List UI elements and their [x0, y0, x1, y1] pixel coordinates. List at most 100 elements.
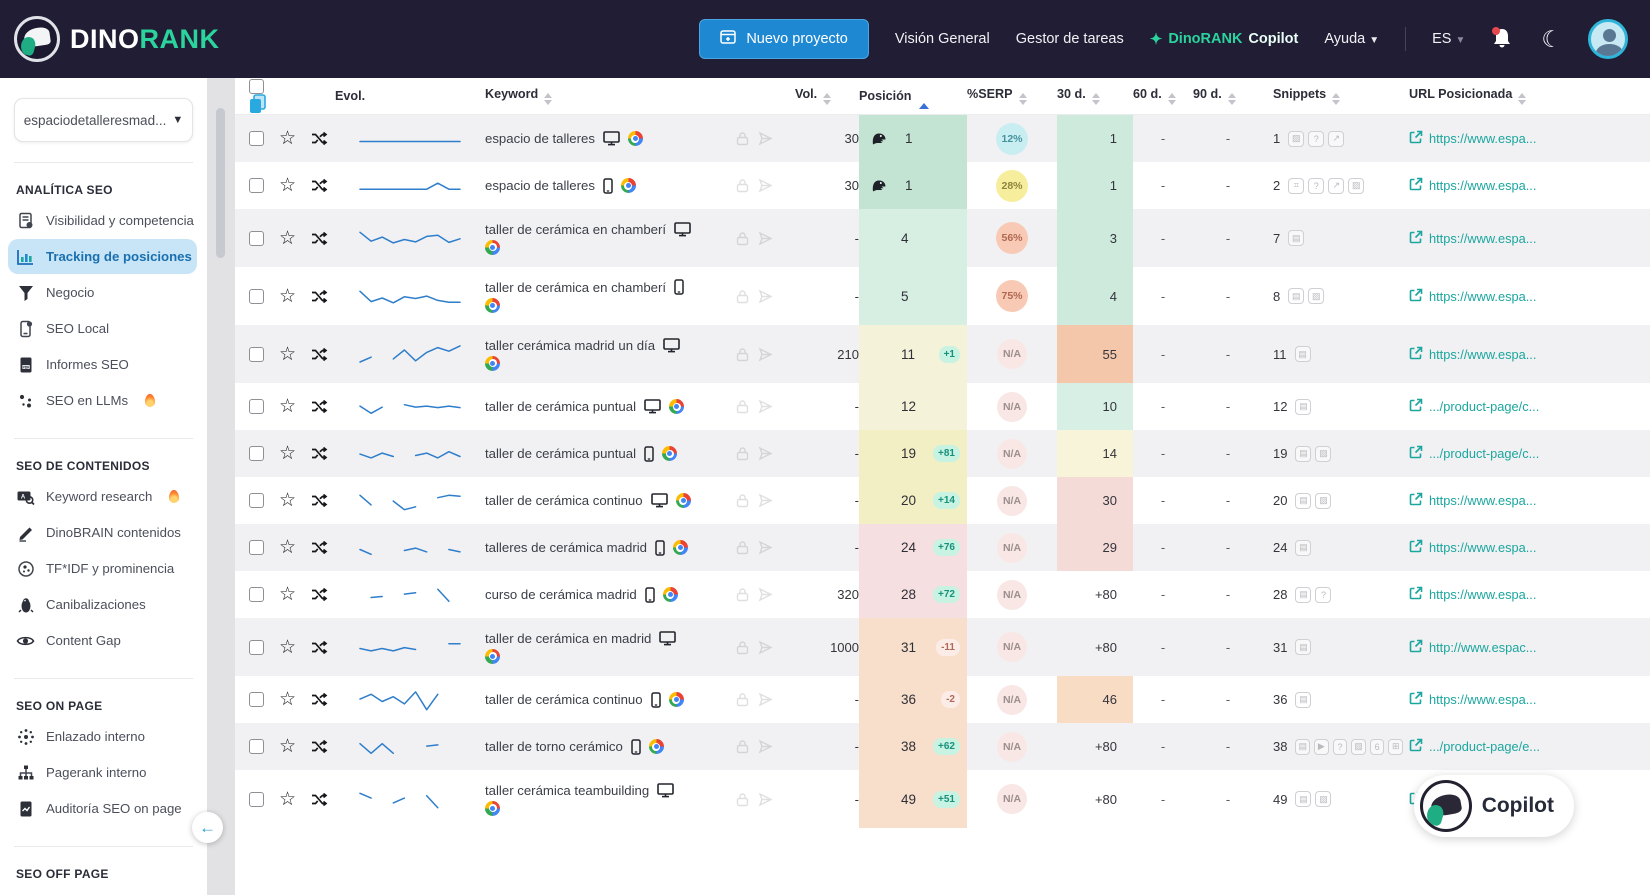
row-checkbox[interactable] [249, 346, 264, 362]
shuffle-icon[interactable] [311, 347, 328, 362]
positioned-url-link[interactable]: .../product-page/c... [1409, 445, 1539, 462]
row-checkbox[interactable] [249, 540, 264, 555]
sort-icon[interactable] [1091, 93, 1100, 105]
evolution-sparkline[interactable] [335, 571, 485, 618]
sidebar-item-seo-local[interactable]: SEO Local [8, 311, 197, 346]
select-all-checkbox[interactable] [249, 78, 264, 94]
user-avatar[interactable] [1588, 19, 1628, 59]
sidebar-collapse-button[interactable]: ← [192, 812, 223, 843]
favorite-star-icon[interactable]: ☆ [279, 790, 296, 809]
nav-overview-link[interactable]: Visión General [895, 31, 990, 47]
sidebar-scrollbar[interactable] [207, 78, 235, 895]
positioned-url-link[interactable]: https://www.espa... [1409, 586, 1536, 603]
row-checkbox[interactable] [249, 288, 264, 304]
copy-icon[interactable] [249, 93, 335, 114]
sidebar-item-canibalizaciones[interactable]: Canibalizaciones [8, 587, 197, 622]
sort-icon[interactable] [823, 93, 832, 105]
favorite-star-icon[interactable]: ☆ [279, 690, 296, 709]
header-serp[interactable]: %SERP [967, 87, 1013, 101]
evolution-sparkline[interactable] [335, 325, 485, 383]
favorite-star-icon[interactable]: ☆ [279, 129, 296, 148]
positioned-url-link[interactable]: https://www.espa... [1409, 539, 1536, 556]
favorite-star-icon[interactable]: ☆ [279, 345, 296, 364]
sidebar-item-pagerank-interno[interactable]: Pagerank interno [8, 755, 197, 790]
nav-help-menu[interactable]: Ayuda ▼ [1324, 31, 1379, 47]
positioned-url-link[interactable]: https://www.espa... [1409, 492, 1536, 509]
dark-mode-moon-icon[interactable]: ☾ [1541, 27, 1562, 51]
row-checkbox[interactable] [249, 493, 264, 508]
header-posicion[interactable]: Posición [859, 89, 911, 103]
evolution-sparkline[interactable] [335, 477, 485, 524]
sort-icon[interactable] [1227, 93, 1236, 105]
positioned-url-link[interactable]: .../product-page/e... [1409, 738, 1540, 755]
row-checkbox[interactable] [249, 399, 264, 414]
favorite-star-icon[interactable]: ☆ [279, 585, 296, 604]
favorite-star-icon[interactable]: ☆ [279, 737, 296, 756]
shuffle-icon[interactable] [311, 640, 328, 655]
positioned-url-link[interactable]: https://www.espa... [1409, 288, 1536, 305]
favorite-star-icon[interactable]: ☆ [279, 176, 296, 195]
project-selector[interactable]: espaciodetalleresmad... ▼ [14, 98, 193, 142]
shuffle-icon[interactable] [311, 178, 328, 193]
scrollbar-thumb[interactable] [216, 108, 225, 258]
evolution-sparkline[interactable] [335, 162, 485, 209]
sidebar-item-enlazado-interno[interactable]: Enlazado interno [8, 719, 197, 754]
shuffle-icon[interactable] [311, 587, 328, 602]
row-checkbox[interactable] [249, 131, 264, 146]
header-90d[interactable]: 90 d. [1193, 87, 1222, 101]
shuffle-icon[interactable] [311, 692, 328, 707]
shuffle-icon[interactable] [311, 231, 328, 246]
dinorank-logo[interactable]: DINORANK [14, 16, 220, 62]
shuffle-icon[interactable] [311, 446, 328, 461]
favorite-star-icon[interactable]: ☆ [279, 638, 296, 657]
header-keyword[interactable]: Keyword [485, 87, 538, 101]
positioned-url-link[interactable]: https://www.espa... [1409, 177, 1536, 194]
favorite-star-icon[interactable]: ☆ [279, 287, 296, 306]
copilot-floating-button[interactable]: Copilot [1413, 775, 1574, 837]
sidebar-item-link-building[interactable]: Link building [8, 887, 197, 895]
evolution-sparkline[interactable] [335, 209, 485, 267]
nav-tasks-link[interactable]: Gestor de tareas [1016, 31, 1124, 47]
sidebar-item-tracking-de-posiciones[interactable]: Tracking de posiciones [8, 239, 197, 274]
sidebar-item-auditor-a-seo-on-page[interactable]: Auditoría SEO on page [8, 791, 197, 826]
sort-icon[interactable] [544, 93, 553, 105]
header-url[interactable]: URL Posicionada [1409, 87, 1512, 101]
sidebar-item-keyword-research[interactable]: A Keyword research [8, 479, 197, 514]
sidebar-item-negocio[interactable]: Negocio [8, 275, 197, 310]
row-checkbox[interactable] [249, 230, 264, 246]
row-checkbox[interactable] [249, 791, 264, 807]
shuffle-icon[interactable] [311, 540, 328, 555]
evolution-sparkline[interactable] [335, 524, 485, 571]
header-vol[interactable]: Vol. [795, 87, 817, 101]
evolution-sparkline[interactable] [335, 267, 485, 325]
header-evol[interactable]: Evol. [335, 89, 365, 103]
language-selector[interactable]: ES ▼ [1432, 31, 1465, 47]
sort-icon[interactable] [1018, 93, 1027, 105]
sidebar-item-informes-seo[interactable]: PDF Informes SEO [8, 347, 197, 382]
favorite-star-icon[interactable]: ☆ [279, 229, 296, 248]
row-checkbox[interactable] [249, 446, 264, 461]
shuffle-icon[interactable] [311, 792, 328, 807]
shuffle-icon[interactable] [311, 399, 328, 414]
sidebar-item-content-gap[interactable]: Content Gap [8, 623, 197, 658]
positioned-url-link[interactable]: https://www.espa... [1409, 130, 1536, 147]
positioned-url-link[interactable]: http://www.espac... [1409, 639, 1536, 656]
notifications-bell-icon[interactable] [1491, 27, 1515, 51]
evolution-sparkline[interactable] [335, 676, 485, 723]
new-project-button[interactable]: Nuevo proyecto [699, 19, 869, 59]
evolution-sparkline[interactable] [335, 618, 485, 676]
shuffle-icon[interactable] [311, 493, 328, 508]
nav-copilot-link[interactable]: ✦ DinoRANK Copilot [1150, 30, 1299, 48]
row-checkbox[interactable] [249, 587, 264, 602]
evolution-sparkline[interactable] [335, 770, 485, 828]
row-checkbox[interactable] [249, 739, 264, 754]
sort-icon[interactable] [1332, 93, 1341, 105]
shuffle-icon[interactable] [311, 739, 328, 754]
header-snippets[interactable]: Snippets [1273, 87, 1326, 101]
evolution-sparkline[interactable] [335, 723, 485, 770]
evolution-sparkline[interactable] [335, 115, 485, 162]
positioned-url-link[interactable]: .../product-page/c... [1409, 398, 1539, 415]
sidebar-item-tf-idf-y-prominencia[interactable]: TF*IDF y prominencia [8, 551, 197, 586]
row-checkbox[interactable] [249, 639, 264, 655]
positioned-url-link[interactable]: https://www.espa... [1409, 230, 1536, 247]
